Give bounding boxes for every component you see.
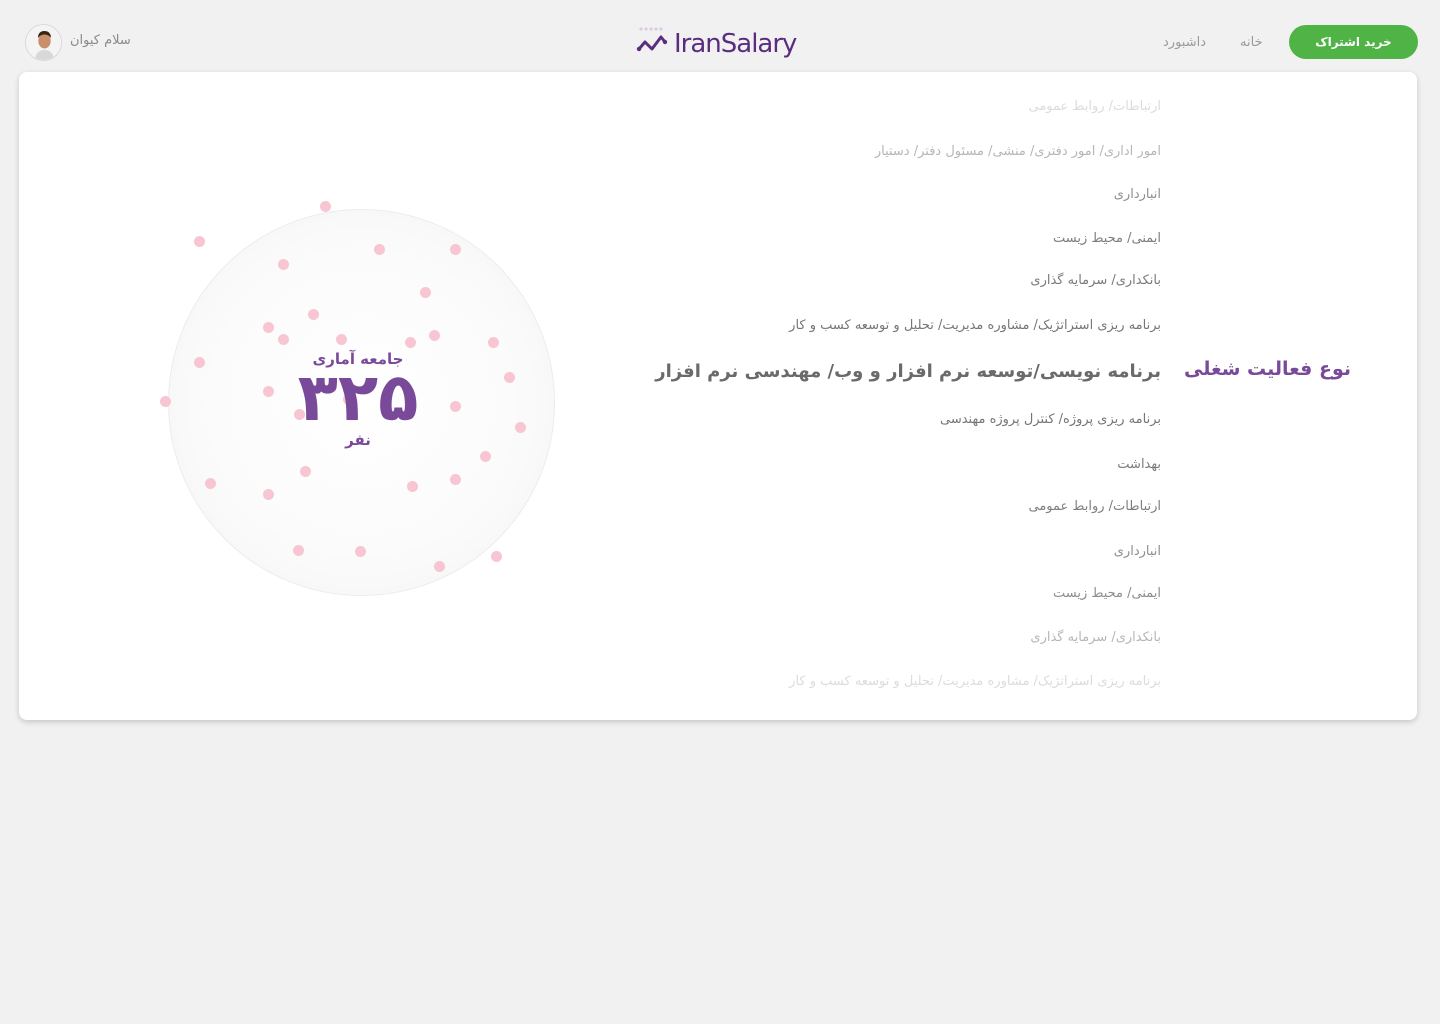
job-item[interactable]: بانکداری/ سرمایه گذاری: [1030, 630, 1161, 645]
population-dot: [194, 357, 205, 368]
population-dot: [515, 422, 526, 433]
logo-text: IranSalary: [674, 29, 797, 59]
job-item-selected[interactable]: برنامه نویسی/توسعه نرم افزار و وب/ مهندس…: [655, 361, 1161, 382]
logo-chart-icon: [636, 27, 668, 52]
population-dot: [160, 396, 171, 407]
population-dot: [405, 337, 416, 348]
job-activity-wheel[interactable]: ارتباطات/ روابط عمومی امور اداری/ امور د…: [521, 72, 1161, 720]
population-unit: نفر: [345, 431, 371, 449]
population-dot: [320, 201, 331, 212]
job-item[interactable]: ارتباطات/ روابط عمومی: [1029, 99, 1162, 114]
job-item[interactable]: ارتباطات/ روابط عمومی: [1029, 499, 1162, 514]
population-dot: [336, 334, 347, 345]
top-header: سلام کیوان IranSalary خانه داشبورد خرید …: [0, 0, 1440, 72]
user-greeting: سلام کیوان: [70, 33, 131, 48]
population-dot: [434, 561, 445, 572]
user-avatar-image: [26, 25, 61, 60]
job-item[interactable]: بهداشت: [1117, 457, 1161, 472]
iransalary-logo[interactable]: IranSalary: [636, 24, 797, 64]
nav-home[interactable]: خانه: [1240, 35, 1263, 50]
nav-dashboard[interactable]: داشبورد: [1163, 35, 1206, 50]
population-dot: [308, 309, 319, 320]
population-dot: [263, 489, 274, 500]
main-card: نوع فعالیت شغلی ارتباطات/ روابط عمومی ام…: [19, 72, 1417, 720]
population-dot: [420, 287, 431, 298]
population-dot: [205, 478, 216, 489]
buy-subscription-button[interactable]: خرید اشتراک: [1289, 25, 1418, 59]
job-item[interactable]: انبارداری: [1114, 187, 1161, 202]
population-count: ۳۲۵: [297, 359, 419, 436]
population-dot: [194, 236, 205, 247]
job-item[interactable]: امور اداری/ امور دفتری/ منشی/ مسئول دفتر…: [875, 144, 1161, 159]
job-activity-title: نوع فعالیت شغلی: [1184, 358, 1351, 380]
population-dot: [374, 244, 385, 255]
population-dot: [429, 330, 440, 341]
user-avatar[interactable]: [25, 24, 62, 61]
population-dot: [504, 372, 515, 383]
job-item[interactable]: برنامه ریزی استراتژیک/ مشاوره مدیریت/ تح…: [789, 674, 1161, 689]
population-dot: [480, 451, 491, 462]
population-dot: [278, 334, 289, 345]
population-dot: [488, 337, 499, 348]
job-item[interactable]: برنامه ریزی استراتژیک/ مشاوره مدیریت/ تح…: [789, 318, 1161, 333]
population-dot: [300, 466, 311, 477]
population-dot: [450, 474, 461, 485]
population-dot: [407, 481, 418, 492]
population-dot: [263, 386, 274, 397]
population-dot: [293, 545, 304, 556]
job-item[interactable]: ایمنی/ محیط زیست: [1053, 586, 1161, 601]
population-dot: [263, 322, 274, 333]
job-item[interactable]: ایمنی/ محیط زیست: [1053, 231, 1161, 246]
population-dot: [278, 259, 289, 270]
population-dot: [355, 546, 366, 557]
population-dot: [450, 244, 461, 255]
job-item[interactable]: انبارداری: [1114, 544, 1161, 559]
population-dot: [450, 401, 461, 412]
population-dot: [491, 551, 502, 562]
job-item[interactable]: بانکداری/ سرمایه گذاری: [1030, 273, 1161, 288]
job-item[interactable]: برنامه ریزی پروژه/ کنترل پروژه مهندسی: [940, 412, 1161, 427]
